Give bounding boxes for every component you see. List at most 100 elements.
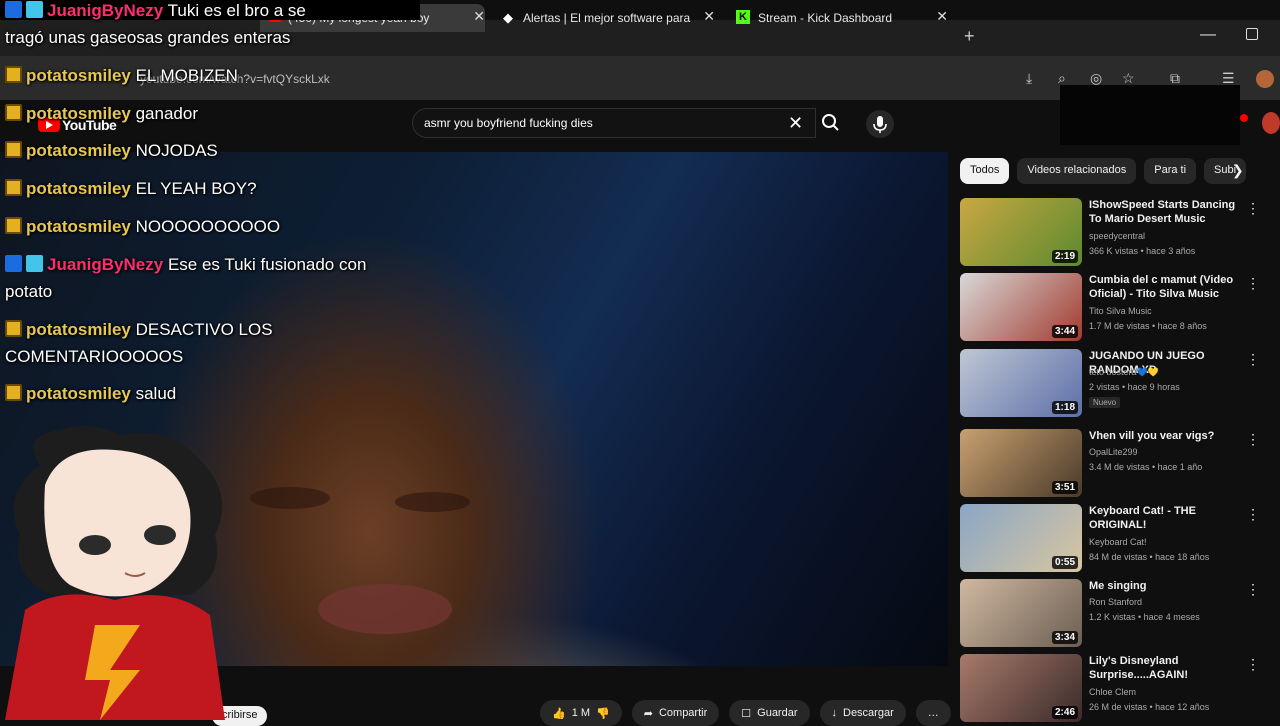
profile-avatar[interactable] [1256,70,1274,88]
video-title[interactable]: Me singing [1089,579,1239,593]
video-title[interactable]: IShowSpeed Starts Dancing To Mario Deser… [1089,198,1239,226]
chip-for-you[interactable]: Para ti [1144,158,1197,184]
channel-name[interactable]: teto bostera💙💛 [1089,367,1159,378]
voice-search-button[interactable] [866,110,894,138]
more-actions-button[interactable]: … [915,700,951,726]
download-button[interactable]: ↓ Descargar [819,700,906,726]
duration-badge: 2:19 [1051,250,1078,263]
video-thumbnail[interactable]: 3:44 [960,273,1082,341]
channel-avatar[interactable] [1262,112,1280,134]
chat-message: potatosmiley NOOOOOOOOOO [5,213,375,240]
chat-message: potatosmiley EL YEAH BOY? [5,175,375,202]
search-query[interactable]: asmr you boyfriend fucking dies [424,116,593,130]
video-thumbnail[interactable]: 1:18 [960,349,1082,417]
more-vert-icon[interactable]: ⋮ [1246,275,1260,292]
chip-todos[interactable]: Todos [960,158,1010,184]
channel-name[interactable]: Chloe Clem [1089,687,1136,697]
chat-text: EL MOBIZEN [135,66,238,85]
tab-close-icon[interactable]: ✕ [473,8,485,25]
chat-username: potatosmiley [26,66,131,85]
video-actions: 👍 1 M 👎 ➦ Compartir ☐ Guardar ↓ Descarga… [540,700,951,726]
video-thumbnail[interactable]: 3:34 [960,579,1082,647]
more-vert-icon[interactable]: ⋮ [1246,200,1260,217]
chat-message: JuanigByNezy Tuki es el bro a se [5,0,375,24]
video-thumbnail[interactable]: 2:19 [960,198,1082,266]
share-button[interactable]: ➦ Compartir [631,700,720,726]
video-thumbnail[interactable]: 2:46 [960,654,1082,722]
chat-message: potatosmiley EL MOBIZEN [5,62,375,89]
chat-text: tragó unas gaseosas grandes enteras [5,28,291,47]
recommendation-item[interactable]: 0:55 Keyboard Cat! - THE ORIGINAL! Keyboar… [960,504,1260,576]
channel-name[interactable]: Keyboard Cat! [1089,537,1147,547]
duration-badge: 1:18 [1051,401,1078,414]
chip-related[interactable]: Videos relacionados [1017,158,1137,184]
recommendation-item[interactable]: 2:19 IShowSpeed Starts Dancing To Mario D… [960,198,1260,270]
notification-dot-icon [1240,114,1248,122]
chat-message: potatosmiley ganador [5,100,375,127]
channel-name[interactable]: Ron Stanford [1089,597,1142,607]
recommendation-item[interactable]: 3:44 Cumbia del c mamut (Video Oficial) -… [960,273,1260,345]
channel-name[interactable]: OpalLite299 [1089,447,1138,457]
more-vert-icon[interactable]: ⋮ [1246,656,1260,673]
chat-badge-icon [5,179,22,196]
more-vert-icon[interactable]: ⋮ [1246,581,1260,598]
more-vert-icon[interactable]: ⋮ [1246,351,1260,368]
video-title[interactable]: Keyboard Cat! - THE ORIGINAL! [1089,504,1239,532]
chat-username: JuanigByNezy [47,1,164,20]
video-meta: 1.2 K vistas • hace 4 meses [1089,612,1200,622]
duration-badge: 3:34 [1051,631,1078,644]
video-meta: 3.4 M de vistas • hace 1 año [1089,462,1203,472]
save-button[interactable]: ☐ Guardar [729,700,810,726]
recommendation-item[interactable]: 3:51 Vhen vill you vear vigs? OpalLite299 3… [960,429,1260,501]
chat-text: NOOOOOOOOOO [135,217,281,236]
video-meta: 1.7 M de vistas • hace 8 años [1089,321,1207,331]
video-meta: 26 M de vistas • hace 12 años [1089,702,1210,712]
video-frame-detail [318,584,452,634]
chat-badge-icon [5,255,22,272]
video-thumbnail[interactable]: 0:55 [960,504,1082,572]
recommendation-item[interactable]: 2:46 Lily's Disneyland Surprise.....AGAIN… [960,654,1260,726]
tab-alertas[interactable]: ◆ Alertas | El mejor software para ✕ [495,4,715,32]
tab-label: Alertas | El mejor software para [523,11,691,25]
chat-text: Tuki es el bro a se [167,1,306,20]
tab-close-icon[interactable]: ✕ [703,8,715,25]
maximize-button[interactable] [1246,28,1258,40]
filter-chips: Todos Videos relacionados Para ti Subi [960,158,1250,184]
chat-message: potatosmiley salud [5,380,375,407]
chat-message: JuanigByNezy Ese es Tuki fusionado con p… [5,251,375,305]
new-tab-button[interactable]: + [964,26,975,47]
thumbs-down-icon[interactable]: 👎 [596,707,610,720]
channel-name[interactable]: Tito Silva Music [1089,306,1152,316]
search-button[interactable] [816,108,846,138]
chat-badge-icon [5,141,22,158]
more-vert-icon[interactable]: ⋮ [1246,506,1260,523]
alertas-favicon-icon: ◆ [503,10,513,25]
save-label: Guardar [757,707,798,719]
minimize-button[interactable]: — [1200,26,1216,44]
video-title[interactable]: Vhen vill you vear vigs? [1089,429,1239,443]
recommendation-item[interactable]: 3:34 Me singing Ron Stanford 1.2 K vistas •… [960,579,1260,651]
chat-username: potatosmiley [26,141,131,160]
like-button[interactable]: 👍 1 M 👎 [540,700,622,726]
redacted-area [1060,85,1240,145]
duration-badge: 2:46 [1051,706,1078,719]
video-thumbnail[interactable]: 3:51 [960,429,1082,497]
channel-name[interactable]: speedycentral [1089,231,1145,241]
install-icon[interactable]: ⤓ [1026,70,1032,87]
tab-close-icon[interactable]: ✕ [936,8,948,25]
chevron-right-icon[interactable]: ❯ [1232,162,1244,179]
recommendation-item[interactable]: 1:18 JUGANDO UN JUEGO RANDOM XD teto boste… [960,349,1260,421]
chat-message: potatosmiley DESACTIVO LOS COMENTARIOOOO… [5,316,375,370]
video-meta: 2 vistas • hace 9 horas [1089,382,1180,392]
clear-search-icon[interactable]: ✕ [788,113,803,134]
search-icon [822,114,839,131]
like-count: 1 M [571,707,591,719]
video-title[interactable]: Lily's Disneyland Surprise.....AGAIN! [1089,654,1239,682]
video-title[interactable]: Cumbia del c mamut (Video Oficial) - Tit… [1089,273,1239,301]
tab-kick-dashboard[interactable]: K Stream - Kick Dashboard ✕ [728,4,948,32]
chat-username: potatosmiley [26,384,131,403]
new-badge: Nuevo [1089,397,1121,408]
chat-badge-icon [5,384,22,401]
more-vert-icon[interactable]: ⋮ [1246,431,1260,448]
share-label: Compartir [658,707,708,719]
